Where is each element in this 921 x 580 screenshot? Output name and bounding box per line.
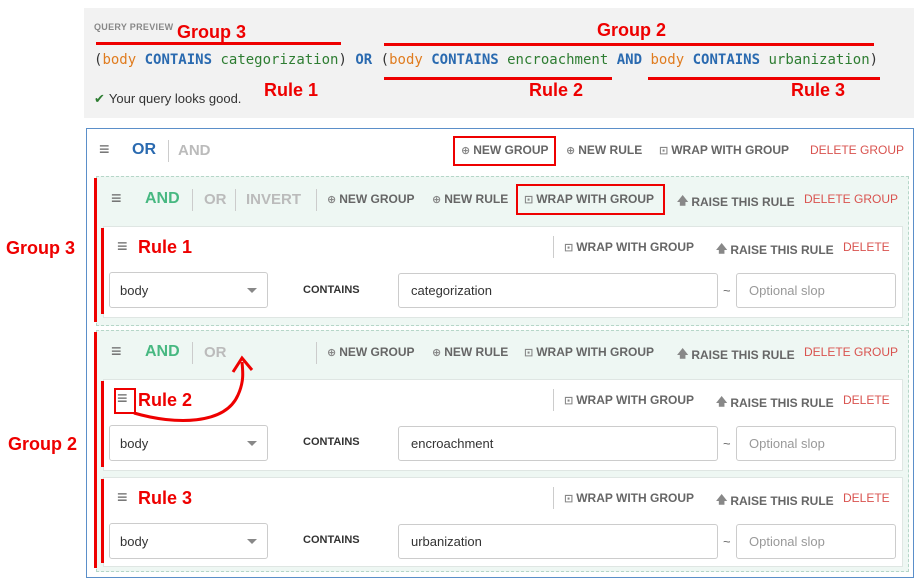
annotation-arrow xyxy=(133,355,254,422)
